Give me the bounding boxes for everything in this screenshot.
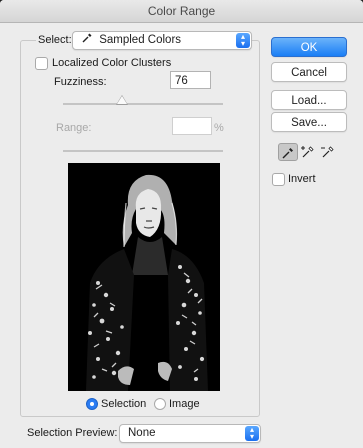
selection-preview-image[interactable] [68, 163, 220, 391]
localized-color-clusters-checkbox[interactable] [35, 57, 48, 70]
eyedropper-minus-icon [321, 146, 334, 158]
image-radio-label: Image [169, 398, 200, 410]
fuzziness-slider-track[interactable] [63, 103, 223, 105]
selection-preview-dropdown[interactable]: None ▴ ▾ [119, 424, 261, 443]
invert-label: Invert [288, 173, 316, 185]
invert-checkbox[interactable] [272, 173, 285, 186]
load-button[interactable]: Load... [271, 90, 347, 110]
divider [63, 150, 223, 152]
select-arrows-icon: ▴ ▾ [236, 33, 250, 48]
selection-radio-label: Selection [101, 398, 147, 410]
eyedropper-minus-tool[interactable] [318, 143, 338, 161]
selection-preview-value: None [128, 427, 156, 439]
select-value: Sampled Colors [99, 34, 182, 46]
ok-button[interactable]: OK [271, 37, 347, 57]
selection-radio[interactable] [86, 398, 98, 410]
image-radio[interactable] [154, 398, 166, 410]
fuzziness-label: Fuzziness: [54, 76, 107, 88]
range-input[interactable] [172, 117, 212, 135]
select-value-wrap: Sampled Colors [81, 32, 181, 49]
eyedropper-icon [82, 33, 92, 43]
dialog-title: Color Range [0, 0, 363, 23]
save-button[interactable]: Save... [271, 112, 347, 132]
mask-preview-graphic [68, 163, 220, 391]
fuzziness-input[interactable]: 76 [170, 71, 211, 89]
eyedropper-icon [282, 148, 293, 159]
color-range-dialog: Color Range Select: Sampled Colors ▴ ▾ Lo… [0, 0, 363, 448]
eyedropper-plus-tool[interactable] [298, 143, 318, 161]
select-label: Select: [36, 34, 74, 46]
selection-preview-arrows-icon: ▴ ▾ [245, 426, 259, 441]
eyedropper-plus-icon [301, 146, 314, 158]
selection-preview-label: Selection Preview: [27, 427, 118, 439]
fuzziness-slider-thumb[interactable] [117, 96, 127, 104]
select-dropdown[interactable]: Sampled Colors ▴ ▾ [72, 31, 252, 50]
range-unit: % [214, 122, 224, 134]
range-label: Range: [56, 122, 92, 134]
cancel-button[interactable]: Cancel [271, 62, 347, 82]
localized-color-clusters-label: Localized Color Clusters [52, 57, 172, 69]
eyedropper-tool[interactable] [278, 143, 298, 161]
